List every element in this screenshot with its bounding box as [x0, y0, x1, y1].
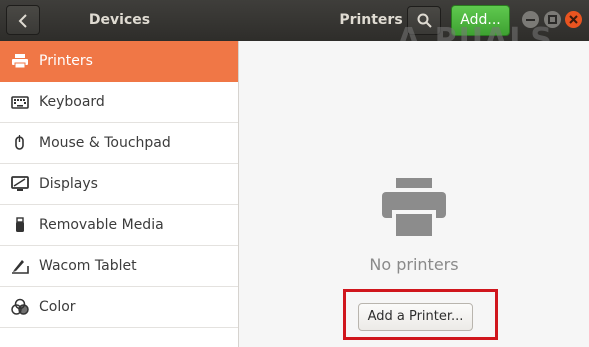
sidebar-item-label: Mouse & Touchpad [39, 135, 171, 151]
color-icon [11, 298, 29, 315]
sidebar-item-label: Displays [39, 176, 98, 192]
sidebar-item-mouse-touchpad[interactable]: Mouse & Touchpad [0, 123, 238, 164]
printer-icon [12, 54, 28, 69]
sidebar-item-wacom-tablet[interactable]: Wacom Tablet [0, 246, 238, 287]
mouse-icon [15, 135, 24, 150]
sidebar: Printers Keyboard Mouse & Touchpad Displ… [0, 41, 239, 347]
sidebar-item-label: Color [39, 299, 76, 315]
sidebar-item-label: Removable Media [39, 217, 164, 233]
sidebar-item-label: Wacom Tablet [39, 258, 137, 274]
sidebar-item-removable-media[interactable]: Removable Media [0, 205, 238, 246]
usb-icon [16, 217, 24, 232]
minimize-icon [526, 19, 535, 21]
chevron-left-icon [18, 14, 27, 28]
tablet-icon [12, 260, 29, 274]
sidebar-item-label: Printers [39, 53, 93, 69]
panel-title: Devices [88, 12, 151, 28]
back-button[interactable] [6, 5, 40, 35]
sidebar-item-label: Keyboard [39, 94, 105, 110]
sidebar-item-keyboard[interactable]: Keyboard [0, 82, 238, 123]
keyboard-icon [11, 96, 29, 109]
add-printer-button[interactable]: Add a Printer... [358, 303, 473, 331]
sidebar-item-color[interactable]: Color [0, 287, 238, 328]
sidebar-item-displays[interactable]: Displays [0, 164, 238, 205]
sidebar-item-printers[interactable]: Printers [0, 41, 238, 82]
display-icon [11, 176, 29, 191]
empty-state-text: No printers [369, 255, 459, 274]
printers-panel: No printers Add a Printer... [239, 41, 589, 347]
printer-icon [382, 178, 446, 240]
